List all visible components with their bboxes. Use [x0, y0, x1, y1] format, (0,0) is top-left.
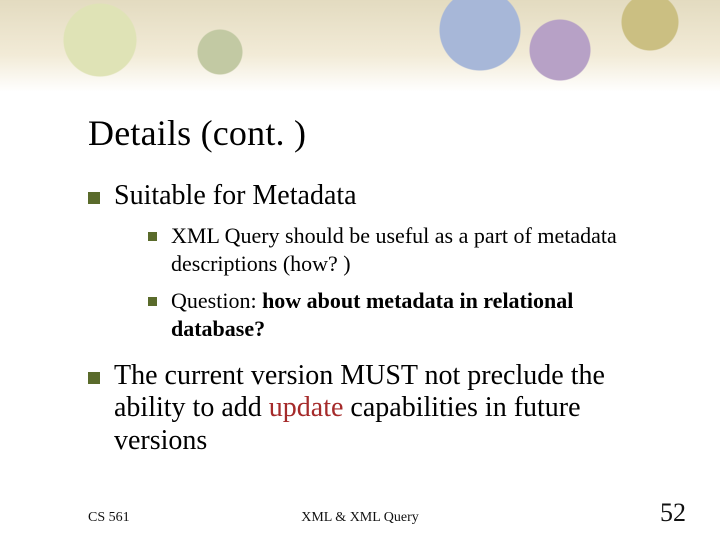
bullet-level2: Question: how about metadata in relation…	[148, 287, 660, 342]
footer-page-number: 52	[660, 498, 686, 528]
bullet-level2: XML Query should be useful as a part of …	[148, 222, 660, 277]
sub-bullets: XML Query should be useful as a part of …	[148, 222, 660, 342]
bullet-text: The current version MUST not preclude th…	[114, 360, 660, 457]
bullet-level1: Suitable for Metadata	[88, 180, 660, 212]
footer-center: XML & XML Query	[0, 510, 720, 526]
slide-footer: CS 561 XML & XML Query 52	[0, 502, 720, 526]
text-red: update	[269, 392, 344, 423]
banner-decoration	[0, 0, 720, 92]
bullet-text: Suitable for Metadata	[114, 180, 357, 212]
bullet-square-icon	[148, 297, 157, 306]
bullet-square-icon	[88, 192, 100, 204]
bullet-text: XML Query should be useful as a part of …	[171, 222, 660, 277]
bullet-square-icon	[88, 372, 100, 384]
bullet-level1: The current version MUST not preclude th…	[88, 360, 660, 457]
bullet-text: Question: how about metadata in relation…	[171, 287, 660, 342]
text-prefix: Question:	[171, 288, 262, 313]
slide-content: Details (cont. ) Suitable for Metadata X…	[88, 112, 660, 467]
bullet-square-icon	[148, 232, 157, 241]
slide-title: Details (cont. )	[88, 112, 660, 154]
